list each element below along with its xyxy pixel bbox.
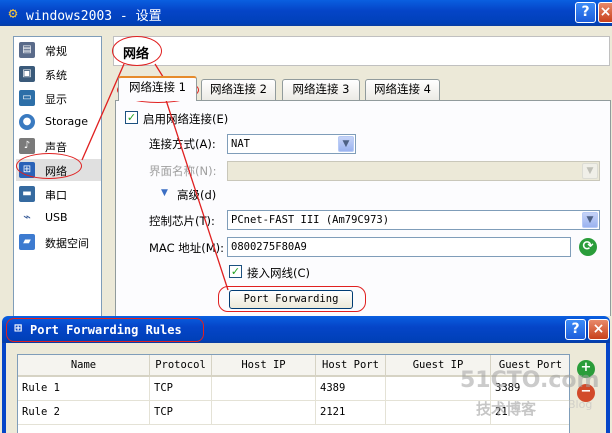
cell-protocol[interactable]: TCP [150, 401, 212, 425]
cell-host-ip[interactable] [212, 377, 316, 401]
column-header-host-port[interactable]: Host Port [316, 355, 386, 377]
cell-host-port[interactable]: 4389 [316, 377, 386, 401]
column-header-name[interactable]: Name [18, 355, 150, 377]
cell-name[interactable]: Rule 1 [18, 377, 150, 401]
watermark-text: Blog [568, 398, 593, 411]
cell-protocol[interactable]: TCP [150, 377, 212, 401]
dialog-frame [606, 343, 610, 433]
tab-adapter-1[interactable]: 网络连接 1 [118, 76, 197, 101]
cell-host-ip[interactable] [212, 401, 316, 425]
help-button[interactable]: ? [565, 319, 586, 340]
port-forwarding-table: Name Protocol Host IP Host Port Guest IP… [17, 354, 570, 433]
annotation-line [164, 96, 229, 291]
watermark-logo: 51CTO.com [460, 368, 600, 393]
watermark-text: 技术博客 [476, 400, 537, 418]
annotation-ellipse [6, 318, 204, 342]
dialog-frame [2, 343, 6, 433]
cell-name[interactable]: Rule 2 [18, 401, 150, 425]
column-header-host-ip[interactable]: Host IP [212, 355, 316, 377]
cell-host-port[interactable]: 2121 [316, 401, 386, 425]
column-header-protocol[interactable]: Protocol [150, 355, 212, 377]
close-button[interactable]: × [588, 319, 609, 340]
